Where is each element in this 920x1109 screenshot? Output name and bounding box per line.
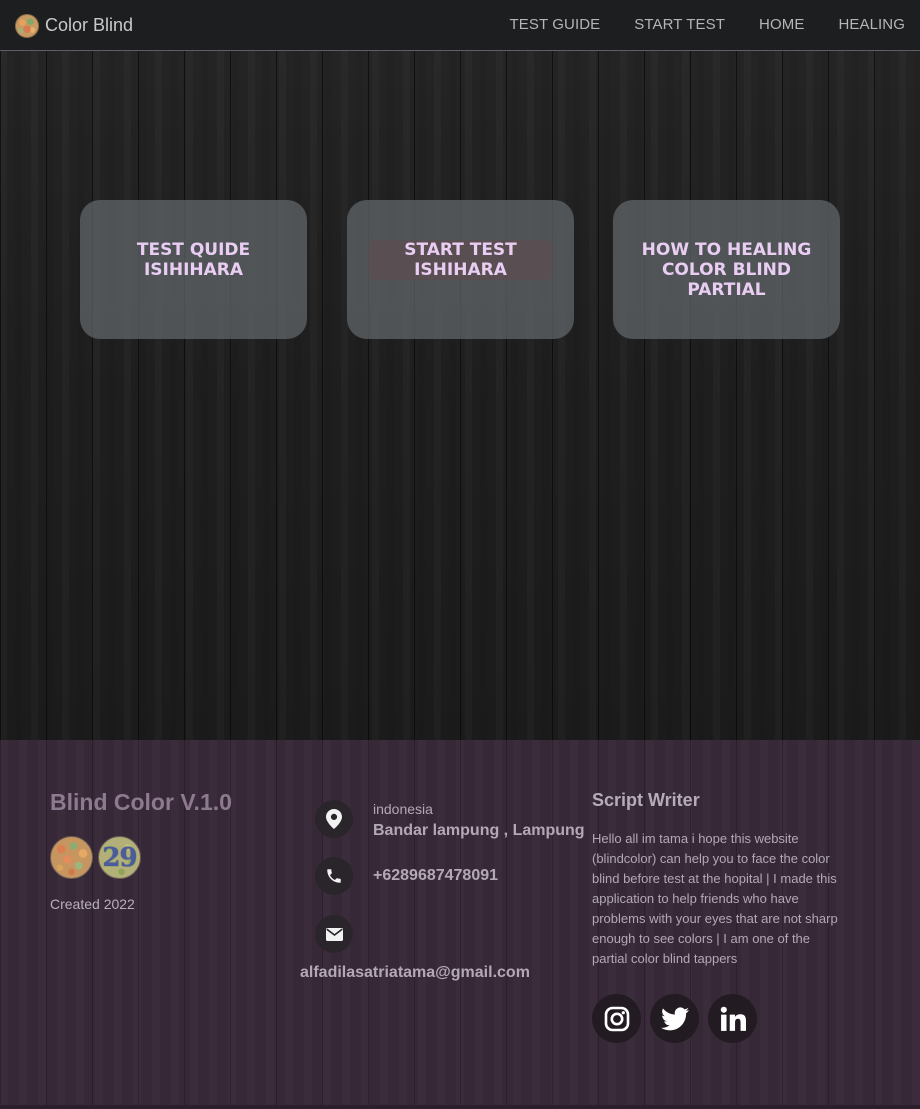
footer-bottom-bar (0, 1105, 920, 1109)
contact-country: indonesia (373, 801, 433, 817)
ishihara-plate-image (50, 836, 93, 879)
instagram-icon[interactable] (592, 994, 641, 1043)
contact-city: Bandar lampung , Lampung (373, 822, 585, 839)
footer: Blind Color V.1.0 29 Created 2022 indone… (0, 740, 920, 1109)
location-icon (315, 800, 353, 838)
brand-name: Color Blind (45, 15, 134, 35)
created-text: Created 2022 (50, 896, 135, 912)
nav-link-test-guide[interactable]: TEST GUIDE (510, 16, 601, 33)
script-writer-text: Hello all im tama i hope this website (b… (592, 831, 838, 966)
hero-section: TEST QUIDE ISIHIHARA START TEST ISHIHARA… (0, 51, 920, 740)
test-guide-card[interactable]: TEST QUIDE ISIHIHARA (80, 200, 307, 339)
plate-number: 29 (102, 842, 137, 873)
social-links (592, 994, 757, 1043)
card-label: HOW TO HEALING COLOR BLIND PARTIAL (641, 240, 812, 300)
contact-email[interactable]: alfadilasatriatama@gmail.com (300, 964, 530, 982)
linkedin-icon[interactable] (708, 994, 757, 1043)
start-test-card[interactable]: START TEST ISHIHARA (347, 200, 574, 339)
twitter-icon[interactable] (650, 994, 699, 1043)
nav-link-start-test[interactable]: START TEST (634, 16, 725, 33)
ishihara-logo-icon (15, 13, 39, 38)
navbar: Color Blind TEST GUIDE START TEST HOME H… (0, 0, 920, 51)
phone-icon (315, 857, 353, 895)
nav-links: TEST GUIDE START TEST HOME HEALING (510, 16, 905, 33)
ishihara-plate-29-image: 29 (98, 836, 141, 879)
footer-title: Blind Color V.1.0 (50, 789, 232, 815)
script-writer-title: Script Writer (592, 790, 700, 810)
contact-phone: +6289687478091 (373, 867, 499, 884)
ishihara-plates: 29 (50, 836, 141, 879)
card-label: TEST QUIDE ISIHIHARA (136, 240, 251, 280)
card-label: START TEST ISHIHARA (369, 240, 552, 280)
brand-link[interactable]: Color Blind (15, 13, 133, 38)
envelope-icon (315, 915, 353, 953)
nav-link-healing[interactable]: HEALING (838, 16, 905, 33)
nav-link-home[interactable]: HOME (759, 16, 804, 33)
healing-card[interactable]: HOW TO HEALING COLOR BLIND PARTIAL (613, 200, 840, 339)
